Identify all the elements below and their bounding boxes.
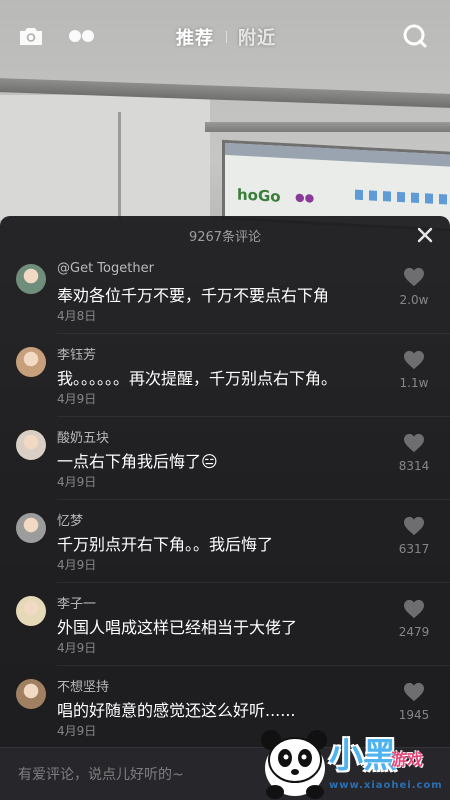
comment-divider <box>57 499 450 500</box>
like-button[interactable]: 8314 <box>392 433 436 479</box>
comment-text: 外国人唱成这样已经相当于大佬了 <box>57 618 298 637</box>
comment-divider <box>57 582 450 583</box>
search-icon[interactable] <box>402 24 428 48</box>
heart-icon <box>404 682 424 702</box>
tab-recommend[interactable]: 推荐 <box>176 24 214 50</box>
heart-icon <box>404 433 424 453</box>
comment-text: 一点右下角我后悔了😑 <box>57 452 218 471</box>
tab-separator <box>226 31 227 43</box>
like-count: 2.0w <box>399 293 429 307</box>
comment-username[interactable]: 不想坚持 <box>57 676 109 695</box>
comment-date: 4月9日 <box>57 392 97 406</box>
avatar[interactable] <box>16 347 46 377</box>
projector-rail <box>205 122 450 132</box>
like-count: 1.1w <box>399 376 429 390</box>
comment-input[interactable] <box>18 762 248 788</box>
comment-count: 9267条评论 <box>188 229 262 245</box>
comment-username[interactable]: 酸奶五块 <box>57 427 109 446</box>
board-divider <box>118 112 121 220</box>
close-icon[interactable] <box>416 226 434 244</box>
heart-icon <box>404 599 424 619</box>
comment-username[interactable]: 李钰芳 <box>57 344 96 363</box>
watermark-title: 小黑 <box>329 736 397 776</box>
watermark-url: www.xiaohei.com <box>329 780 443 791</box>
like-button[interactable]: 6317 <box>392 516 436 562</box>
comment-divider <box>57 665 450 666</box>
heart-icon <box>404 350 424 370</box>
like-button[interactable]: 2479 <box>392 599 436 645</box>
comment-item[interactable]: 酸奶五块一点右下角我后悔了😑 4月9日 8314 <box>0 430 450 513</box>
camera-icon[interactable] <box>18 24 44 48</box>
comments-panel: 9267条评论 @Get Together 奉劝各位千万不要，千万不要点右下角 4月… <box>0 216 450 800</box>
top-bar: 推荐 附近 <box>0 0 450 72</box>
comment-item[interactable]: 李钰芳我。。。。。。再次提醒，千万别点右下角。 4月9日 1.1w <box>0 347 450 430</box>
site-watermark: 小黑 游戏 www.xiaohei.com <box>255 718 450 800</box>
comment-item[interactable]: 李子一外国人唱成这样已经相当于大佬了 4月9日 2479 <box>0 596 450 679</box>
comment-date: 4月9日 <box>57 558 97 572</box>
panda-logo-icon <box>261 730 327 799</box>
comment-divider <box>57 333 450 334</box>
comment-text: 我。。。。。。再次提醒，千万别点右下角。 <box>57 369 338 388</box>
comment-text: 千万别点开右下角。。我后悔了 <box>57 535 274 554</box>
comment-date: 4月9日 <box>57 724 97 738</box>
comment-item[interactable]: 忆梦千万别点开右下角。。我后悔了 4月9日 6317 <box>0 513 450 596</box>
comments-header: 9267条评论 <box>0 216 450 254</box>
tab-nearby[interactable]: 附近 <box>238 24 276 50</box>
heart-icon <box>404 267 424 287</box>
avatar[interactable] <box>16 679 46 709</box>
avatar[interactable] <box>16 430 46 460</box>
like-button[interactable]: 1.1w <box>392 350 436 396</box>
comment-username[interactable]: 李子一 <box>57 593 96 612</box>
like-button[interactable]: 2.0w <box>392 267 436 313</box>
comment-date: 4月9日 <box>57 475 97 489</box>
avatar[interactable] <box>16 596 46 626</box>
comment-username[interactable]: 忆梦 <box>57 510 83 529</box>
comment-text: 奉劝各位千万不要，千万不要点右下角 <box>57 286 330 305</box>
watermark-subtitle: 游戏 <box>391 750 424 769</box>
like-count: 2479 <box>398 625 430 639</box>
like-count: 6317 <box>398 542 430 556</box>
avatar[interactable] <box>16 513 46 543</box>
whiteboard <box>0 95 210 220</box>
avatar[interactable] <box>16 264 46 294</box>
comment-date: 4月9日 <box>57 641 97 655</box>
comment-date: 4月8日 <box>57 309 97 323</box>
comment-username[interactable]: @Get Together <box>57 261 154 276</box>
like-count: 8314 <box>398 459 430 473</box>
comment-divider <box>57 416 450 417</box>
heart-icon <box>404 516 424 536</box>
live-dots-icon[interactable] <box>68 24 96 48</box>
comment-item[interactable]: @Get Together 奉劝各位千万不要，千万不要点右下角 4月8日 2.0w <box>0 261 450 347</box>
